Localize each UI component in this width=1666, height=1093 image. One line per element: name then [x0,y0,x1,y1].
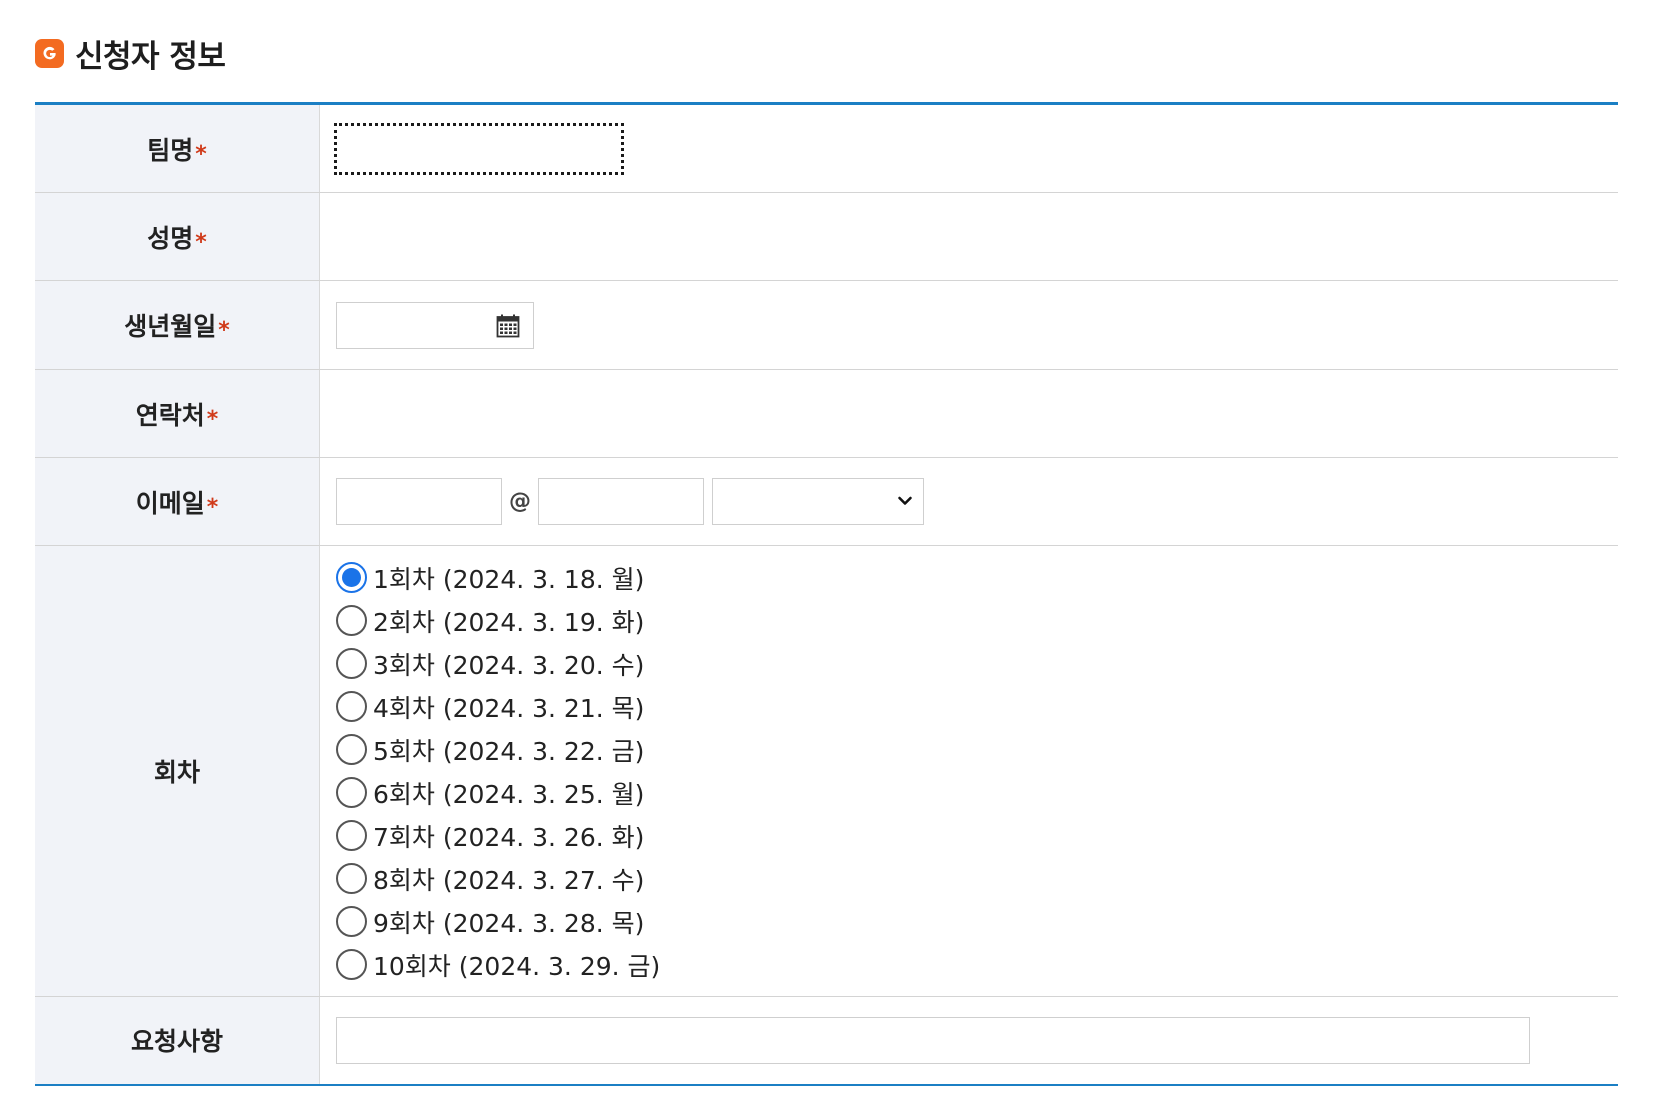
round-option[interactable]: 7회차 (2024. 3. 26. 화) [336,814,1618,857]
request-input[interactable] [336,1016,1530,1064]
round-option-label: 6회차 (2024. 3. 25. 월) [373,779,645,809]
round-radio[interactable] [336,605,367,636]
page-title: 신청자 정보 [75,38,226,75]
contact-label: 연락처* [35,369,320,458]
email-label: 이메일* [35,457,320,546]
team-name-label: 팀명* [35,103,320,193]
round-option-label: 10회차 (2024. 3. 29. 금) [373,951,661,981]
name-row: 성명* [35,192,1618,281]
round-radio[interactable] [336,648,367,679]
at-sign: @ [509,489,531,514]
round-option-label: 5회차 (2024. 3. 22. 금) [373,736,645,766]
round-option-label: 3회차 (2024. 3. 20. 수) [373,650,645,680]
request-label: 요청사항 [35,996,320,1085]
email-fields: @ [336,478,1618,525]
chevron-down-icon [898,496,912,505]
round-option[interactable]: 4회차 (2024. 3. 21. 목) [336,685,1618,728]
round-options: 1회차 (2024. 3. 18. 월) 2회차 (2024. 3. 19. 화)… [336,556,1618,986]
round-radio[interactable] [336,777,367,808]
birthdate-field [336,301,534,349]
request-row: 요청사항 [35,996,1618,1085]
required-mark: * [195,229,207,255]
required-mark: * [206,406,219,432]
round-option[interactable]: 2회차 (2024. 3. 19. 화) [336,599,1618,642]
team-name-row: 팀명* [35,103,1618,193]
calendar-icon[interactable] [496,314,520,338]
round-radio[interactable] [336,562,367,593]
contact-row: 연락처* [35,369,1618,458]
required-mark: * [206,494,219,520]
round-option-label: 9회차 (2024. 3. 28. 목) [373,908,645,938]
name-label: 성명* [35,192,320,281]
email-domain-select[interactable] [712,478,924,525]
round-option-label: 7회차 (2024. 3. 26. 화) [373,822,645,852]
round-radio[interactable] [336,734,367,765]
round-radio[interactable] [336,906,367,937]
round-label: 회차 [35,545,320,997]
round-option[interactable]: 5회차 (2024. 3. 22. 금) [336,728,1618,771]
round-radio[interactable] [336,863,367,894]
contact-value [319,369,1618,458]
round-option[interactable]: 3회차 (2024. 3. 20. 수) [336,642,1618,685]
email-row: 이메일* @ [35,457,1618,546]
round-radio[interactable] [336,691,367,722]
round-option[interactable]: 1회차 (2024. 3. 18. 월) [336,556,1618,599]
email-local-input[interactable] [336,478,502,525]
birthdate-row: 생년월일* [35,280,1618,370]
birthdate-label: 생년월일* [35,280,320,370]
round-option-label: 1회차 (2024. 3. 18. 월) [373,564,645,594]
g-badge-icon [35,38,64,68]
applicant-form: 팀명* 성명* 생년월일* 연락처* 이메일* @ 회차 1회차 (2024. … [35,102,1618,1086]
round-option-label: 8회차 (2024. 3. 27. 수) [373,865,645,895]
round-option-label: 2회차 (2024. 3. 19. 화) [373,607,645,637]
required-mark: * [218,318,230,343]
team-name-input[interactable] [334,122,624,175]
round-radio[interactable] [336,820,367,851]
round-option[interactable]: 8회차 (2024. 3. 27. 수) [336,857,1618,900]
round-option[interactable]: 6회차 (2024. 3. 25. 월) [336,771,1618,814]
email-domain-input[interactable] [538,478,704,525]
round-option[interactable]: 9회차 (2024. 3. 28. 목) [336,900,1618,943]
round-radio[interactable] [336,949,367,980]
section-header: 신청자 정보 [35,30,226,76]
name-value [319,192,1618,281]
required-mark: * [195,141,207,167]
round-option-label: 4회차 (2024. 3. 21. 목) [373,693,645,723]
round-row: 회차 1회차 (2024. 3. 18. 월) 2회차 (2024. 3. 19.… [35,545,1618,997]
round-option[interactable]: 10회차 (2024. 3. 29. 금) [336,943,1618,986]
